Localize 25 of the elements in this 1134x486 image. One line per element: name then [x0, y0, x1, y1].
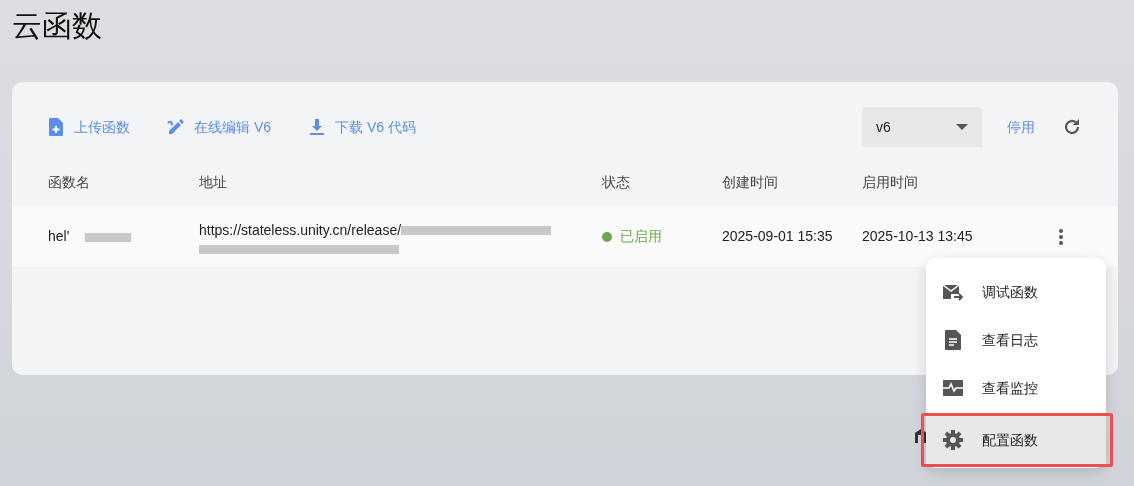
table-cell: hel'	[48, 228, 70, 244]
more-icon[interactable]	[1058, 228, 1064, 247]
menu-item[interactable]: 调试函数	[926, 268, 1106, 316]
column-header: 地址	[199, 173, 228, 192]
page-title: 云函数	[11, 8, 103, 44]
column-header: 函数名	[48, 173, 91, 192]
menu-item[interactable]: 查看监控	[926, 364, 1106, 412]
refresh-icon[interactable]	[1062, 117, 1082, 137]
version-select[interactable]: v6	[862, 107, 982, 147]
document-icon	[942, 329, 964, 351]
menu-item[interactable]: 查看日志	[926, 316, 1106, 364]
redaction-mark	[85, 232, 132, 242]
table-cell-text: 2025-09-01 15:35	[722, 227, 834, 246]
menu-item[interactable]: 配置函数	[926, 416, 1106, 464]
url-text: https://stateless.unity.cn/release/	[199, 220, 402, 240]
pencil-icon	[166, 117, 186, 137]
caret-icon	[956, 124, 968, 130]
upload-file-icon	[46, 117, 66, 137]
download-icon	[307, 117, 327, 137]
pulse-icon	[942, 377, 964, 399]
column-header: 启用时间	[862, 173, 919, 192]
column-header: 创建时间	[722, 173, 779, 192]
table-cell-text: 2025-10-13 13:45	[862, 227, 974, 246]
column-header: 状态	[602, 173, 631, 192]
status-text: 已启用	[620, 227, 662, 246]
